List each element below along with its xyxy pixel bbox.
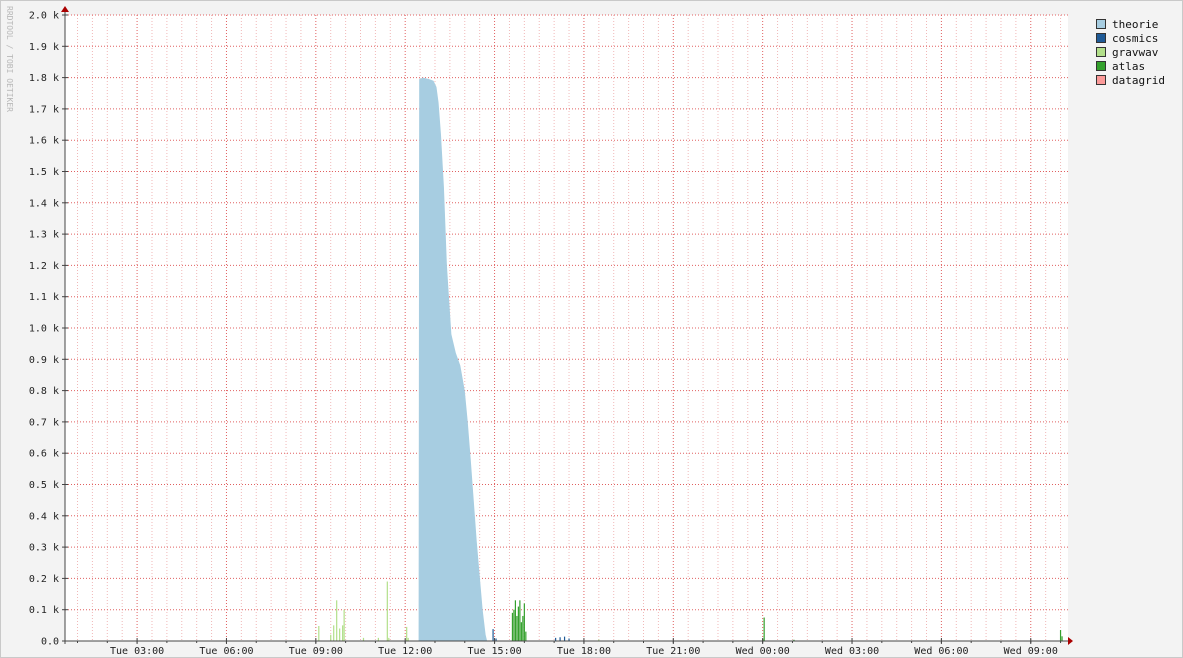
- legend-label: atlas: [1112, 59, 1146, 73]
- x-axis-arrow-icon: [1068, 637, 1073, 645]
- y-tick-label: 1.6 k: [29, 136, 59, 147]
- y-tick-label: 1.1 k: [29, 292, 59, 303]
- x-tick-label: Tue 15:00: [467, 646, 521, 657]
- legend-label: datagrid: [1112, 73, 1165, 87]
- x-tick-label: Wed 09:00: [1004, 646, 1058, 657]
- y-axis-arrow-icon: [61, 6, 69, 12]
- watermark-text: RRDTOOL / TOBI OETIKER: [5, 6, 14, 112]
- y-tick-label: 0.8 k: [29, 386, 59, 397]
- x-tick-label: Wed 03:00: [825, 646, 879, 657]
- x-tick-label: Wed 06:00: [914, 646, 968, 657]
- legend-swatch: [1096, 33, 1106, 43]
- y-tick-label: 1.0 k: [29, 324, 59, 335]
- y-tick-label: 2.0 k: [29, 11, 59, 22]
- y-tick-label: 0.4 k: [29, 511, 59, 522]
- y-tick-label: 1.3 k: [29, 230, 59, 241]
- x-tick-labels: Tue 03:00 Tue 06:00 Tue 09:00 Tue 12:00 Tue …: [110, 646, 1058, 657]
- y-tick-label: 1.4 k: [29, 198, 59, 209]
- x-tick-label: Tue 21:00: [646, 646, 700, 657]
- y-tick-label: 0.5 k: [29, 480, 59, 491]
- y-tick-label: 1.7 k: [29, 104, 59, 115]
- y-tick-label: 0.1 k: [29, 605, 59, 616]
- y-tick-label: 0.2 k: [29, 574, 59, 585]
- x-tick-label: Tue 18:00: [557, 646, 611, 657]
- legend-item-atlas: atlas: [1096, 59, 1165, 73]
- x-tick-label: Tue 03:00: [110, 646, 164, 657]
- rrd-chart: RRDTOOL / TOBI OETIKER 0.0 0.1 k 0.2 k 0.3 …: [5, 6, 1073, 657]
- y-tick-label: 0.0: [41, 637, 59, 648]
- legend-item-cosmics: cosmics: [1096, 31, 1165, 45]
- legend-swatch: [1096, 75, 1106, 85]
- y-tick-label: 1.8 k: [29, 73, 59, 84]
- x-tick-label: Tue 12:00: [378, 646, 432, 657]
- y-tick-label: 0.9 k: [29, 355, 59, 366]
- legend-item-gravwav: gravwav: [1096, 45, 1165, 59]
- y-tick-label: 0.6 k: [29, 449, 59, 460]
- y-tick-labels: 0.0 0.1 k 0.2 k 0.3 k 0.4 k 0.5 k 0.6 k 0.7 k 0.…: [29, 11, 59, 648]
- legend-swatch: [1096, 19, 1106, 29]
- legend-label: theorie: [1112, 17, 1159, 31]
- y-tick-label: 0.7 k: [29, 417, 59, 428]
- legend-swatch: [1096, 47, 1106, 57]
- legend-item-theorie: theorie: [1096, 17, 1165, 31]
- y-tick-label: 0.3 k: [29, 543, 59, 554]
- legend: theorie cosmics gravwav atlas datagrid: [1096, 17, 1165, 87]
- legend-item-datagrid: datagrid: [1096, 73, 1165, 87]
- y-tick-label: 1.2 k: [29, 261, 59, 272]
- y-tick-label: 1.9 k: [29, 42, 59, 53]
- x-tick-label: Tue 06:00: [199, 646, 253, 657]
- major-grid: [65, 14, 1068, 641]
- x-tick-label: Tue 09:00: [289, 646, 343, 657]
- legend-swatch: [1096, 61, 1106, 71]
- legend-label: gravwav: [1112, 45, 1159, 59]
- x-tick-label: Wed 00:00: [736, 646, 790, 657]
- legend-label: cosmics: [1112, 31, 1159, 45]
- y-tick-label: 1.5 k: [29, 167, 59, 178]
